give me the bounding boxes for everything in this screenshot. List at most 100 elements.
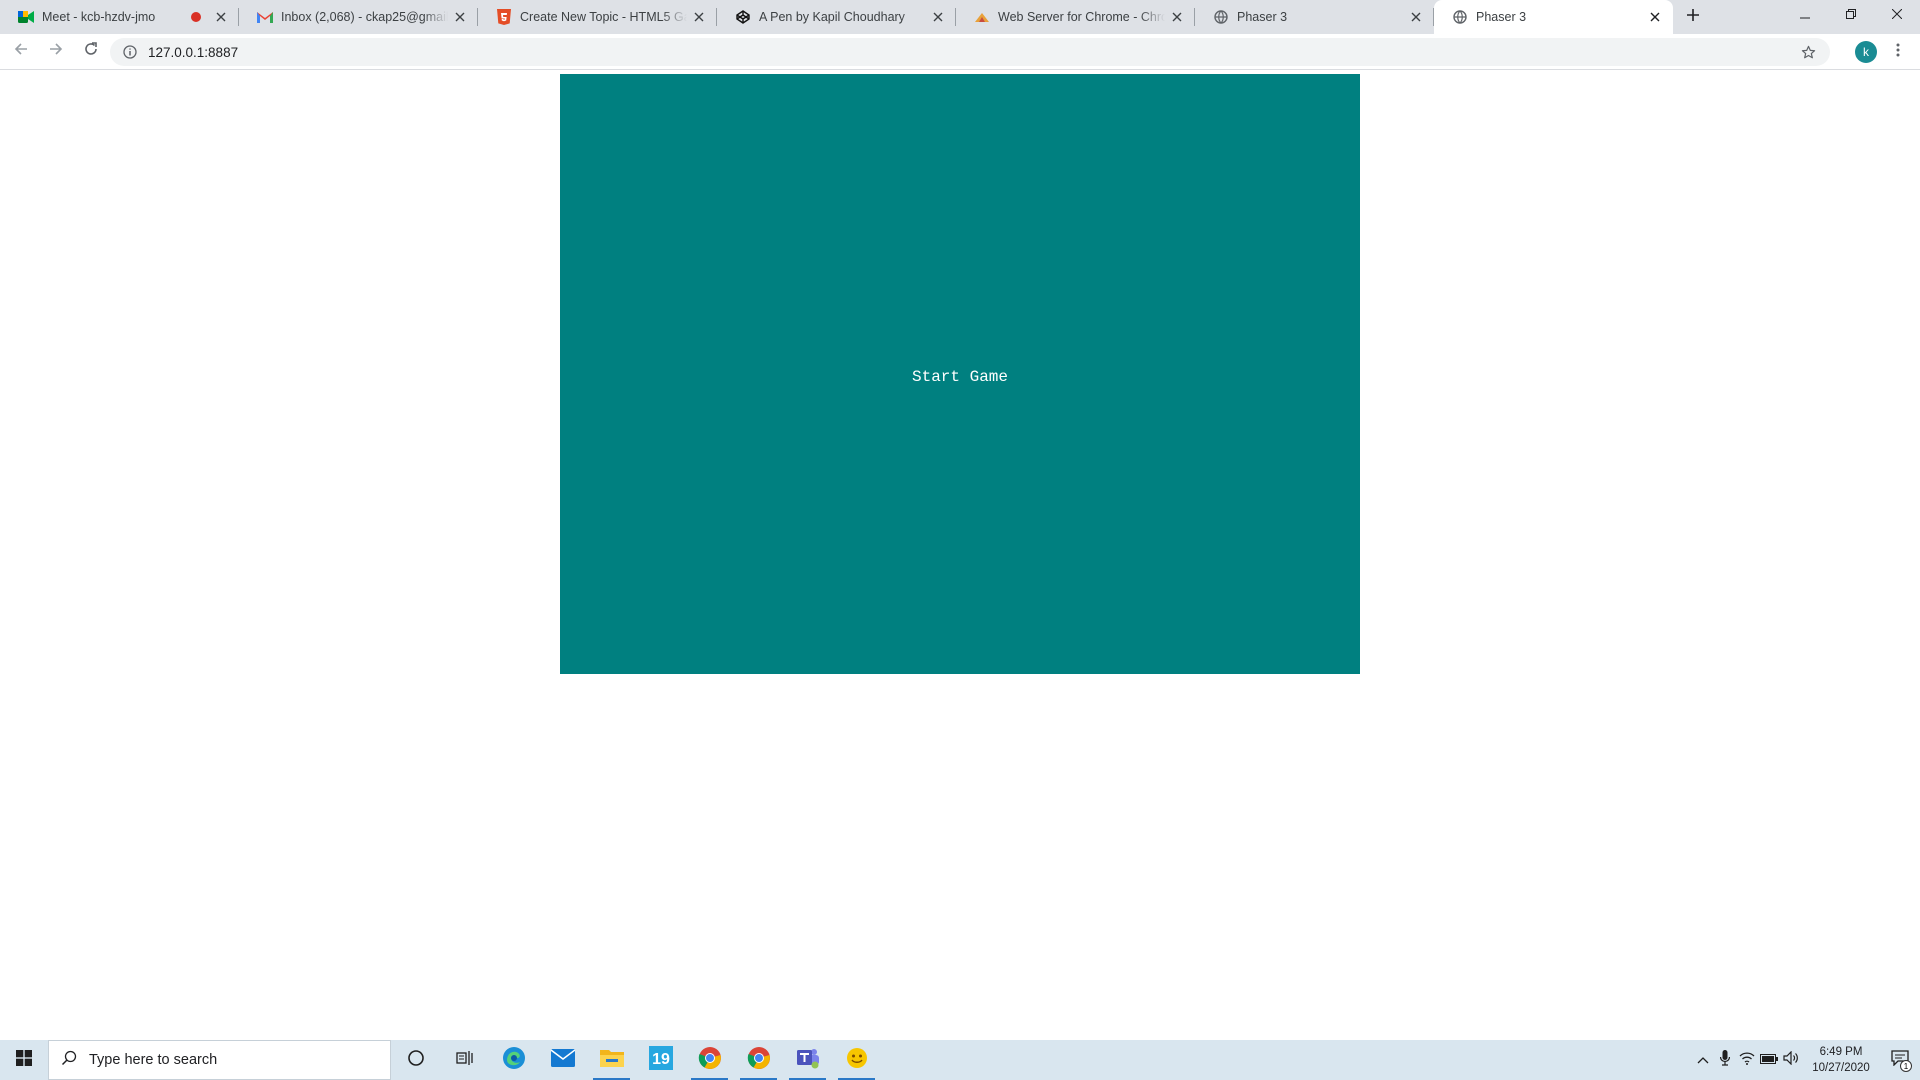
arrow-left-icon: [14, 42, 28, 61]
emoji-app-icon: [846, 1047, 868, 1074]
close-icon[interactable]: [1408, 9, 1424, 25]
browser-toolbar: k: [0, 34, 1920, 70]
codepen-icon: [735, 9, 751, 25]
tab-title: Phaser 3: [1237, 10, 1288, 24]
show-hidden-icons-button[interactable]: [1692, 1040, 1714, 1080]
close-icon[interactable]: [1647, 9, 1663, 25]
arrow-right-icon: [49, 42, 63, 61]
forward-button[interactable]: [42, 38, 70, 66]
teams-button[interactable]: [783, 1040, 832, 1080]
close-icon: [1891, 6, 1903, 24]
action-center-button[interactable]: 1: [1880, 1040, 1920, 1080]
chrome-icon: [698, 1046, 722, 1075]
emoji-app-button[interactable]: [832, 1040, 881, 1080]
close-icon[interactable]: [213, 9, 229, 25]
close-icon[interactable]: [930, 9, 946, 25]
tab-title: Meet - kcb-hzdv-jmo: [42, 10, 156, 24]
file-explorer-icon: [599, 1048, 624, 1073]
tab-title: Web Server for Chrome - Chrome Web Store: [998, 10, 1165, 24]
game-canvas[interactable]: Start Game: [560, 74, 1360, 674]
taskbar-clock[interactable]: 6:49 PM 10/27/2020: [1802, 1044, 1880, 1076]
system-tray: 6:49 PM 10/27/2020 1: [1692, 1040, 1920, 1080]
more-vert-icon: [1896, 43, 1900, 62]
chrome-button-1[interactable]: [685, 1040, 734, 1080]
close-icon[interactable]: [1169, 9, 1185, 25]
new-tab-button[interactable]: [1679, 3, 1707, 31]
window-controls: [1782, 0, 1920, 30]
reload-icon: [84, 42, 98, 61]
close-icon[interactable]: [452, 9, 468, 25]
file-explorer-button[interactable]: [587, 1040, 636, 1080]
tab-phaser-1[interactable]: Phaser 3: [1195, 0, 1434, 34]
address-bar[interactable]: [110, 38, 1830, 66]
notification-count-badge: 1: [1900, 1060, 1912, 1072]
mail-icon: [550, 1048, 575, 1072]
task-view-button[interactable]: [440, 1040, 489, 1080]
google-meet-icon: [18, 9, 34, 25]
wifi-icon: [1739, 1051, 1755, 1070]
html5-icon: [496, 9, 512, 25]
app-19-button[interactable]: 19: [636, 1040, 685, 1080]
tab-title: Phaser 3: [1476, 10, 1527, 24]
bookmark-star-icon[interactable]: [1798, 42, 1818, 62]
battery-icon: [1760, 1051, 1778, 1069]
globe-icon: [1213, 9, 1229, 25]
volume-tray[interactable]: [1780, 1040, 1802, 1080]
tab-title: A Pen by Kapil Choudhary: [759, 10, 905, 24]
web-server-icon: [974, 9, 990, 25]
teams-icon: [796, 1046, 820, 1075]
reload-button[interactable]: [77, 38, 105, 66]
windows-logo-icon: [16, 1049, 32, 1071]
tab-html5-game-devs[interactable]: Create New Topic - HTML5 Game Devs: [478, 0, 717, 34]
screen: Meet - kcb-hzdv-jmo Inbox (2,068) - ckap…: [0, 0, 1920, 1080]
tab-title: Inbox (2,068) - ckap25@gmail.com: [281, 10, 448, 24]
cortana-button[interactable]: [391, 1040, 440, 1080]
tab-title: Create New Topic - HTML5 Game Devs: [520, 10, 687, 24]
svg-text:19: 19: [652, 1051, 670, 1068]
browser-menu-button[interactable]: [1888, 42, 1908, 62]
restore-button[interactable]: [1828, 0, 1874, 30]
app-19-icon: 19: [648, 1045, 673, 1075]
close-icon[interactable]: [691, 9, 707, 25]
tab-strip: Meet - kcb-hzdv-jmo Inbox (2,068) - ckap…: [0, 0, 1920, 34]
chevron-up-icon: [1697, 1051, 1709, 1069]
speaker-icon: [1783, 1050, 1799, 1070]
tab-list: Meet - kcb-hzdv-jmo Inbox (2,068) - ckap…: [0, 0, 1673, 34]
back-button[interactable]: [7, 38, 35, 66]
battery-tray[interactable]: [1758, 1040, 1780, 1080]
restore-icon: [1846, 6, 1856, 24]
profile-avatar[interactable]: k: [1855, 41, 1877, 63]
windows-taskbar: 19 6:49 PM 10/27/2020 1: [0, 1040, 1920, 1080]
globe-icon: [1452, 9, 1468, 25]
tab-codepen[interactable]: A Pen by Kapil Choudhary: [717, 0, 956, 34]
minimize-icon: [1800, 6, 1810, 24]
site-info-icon[interactable]: [122, 44, 138, 60]
gmail-icon: [257, 9, 273, 25]
tab-gmail[interactable]: Inbox (2,068) - ckap25@gmail.com: [239, 0, 478, 34]
search-input[interactable]: [89, 1052, 359, 1068]
task-view-icon: [455, 1050, 474, 1071]
cortana-icon: [407, 1049, 425, 1072]
tab-phaser-active[interactable]: Phaser 3: [1434, 0, 1673, 34]
recording-indicator-icon: [191, 12, 201, 22]
minimize-button[interactable]: [1782, 0, 1828, 30]
start-button[interactable]: [0, 1040, 48, 1080]
chrome-button-2[interactable]: [734, 1040, 783, 1080]
network-tray[interactable]: [1736, 1040, 1758, 1080]
page-viewport: Start Game: [0, 71, 1920, 1040]
clock-date: 10/27/2020: [1812, 1062, 1870, 1074]
microphone-icon: [1719, 1049, 1731, 1071]
mail-button[interactable]: [538, 1040, 587, 1080]
edge-button[interactable]: [489, 1040, 538, 1080]
tab-meet[interactable]: Meet - kcb-hzdv-jmo: [0, 0, 239, 34]
close-window-button[interactable]: [1874, 0, 1920, 30]
plus-icon: [1686, 8, 1700, 27]
edge-icon: [502, 1046, 526, 1075]
tab-web-server[interactable]: Web Server for Chrome - Chrome Web Store: [956, 0, 1195, 34]
microphone-tray[interactable]: [1714, 1040, 1736, 1080]
pinned-apps: 19: [391, 1040, 881, 1080]
start-game-button[interactable]: Start Game: [560, 368, 1360, 386]
profile-initial: k: [1863, 45, 1869, 59]
taskbar-search[interactable]: [48, 1040, 391, 1080]
url-input[interactable]: [148, 44, 1798, 60]
